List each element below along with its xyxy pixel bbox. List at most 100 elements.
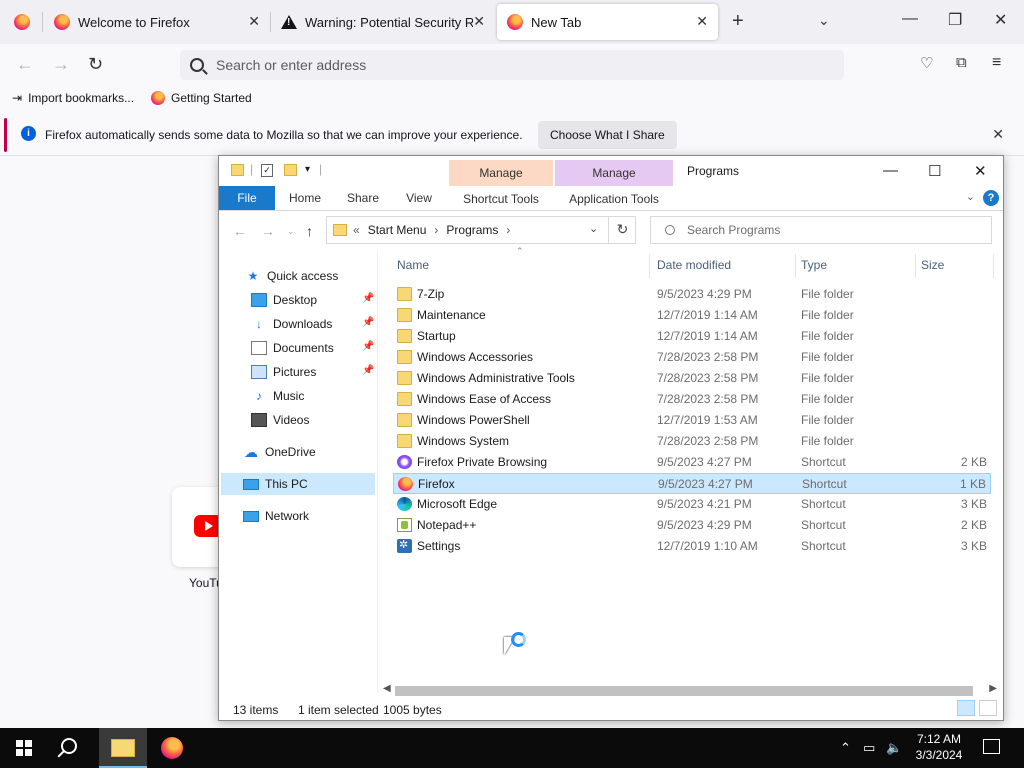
nav-desktop[interactable]: Desktop (251, 289, 375, 311)
download-arrow-icon: ↓ (256, 317, 262, 331)
tab-new-tab[interactable]: New Tab ✕ (497, 4, 718, 40)
file-type: File folder (801, 392, 854, 406)
breadcrumb-separator-icon[interactable]: › (506, 223, 510, 237)
notification-center-icon[interactable] (983, 739, 1000, 754)
breadcrumb-start-menu[interactable]: Start Menu (368, 223, 427, 237)
nav-network[interactable]: Network (243, 505, 309, 527)
table-row[interactable]: Windows Ease of Access 7/28/2023 2:58 PM F… (393, 389, 991, 410)
quick-access-dropdown-icon[interactable]: ▾ (305, 164, 310, 175)
desktop-icon (251, 293, 267, 307)
browser-tab-bar: Welcome to Firefox ✕ Warning: Potential … (0, 0, 1024, 44)
file-name: Windows Administrative Tools (417, 371, 575, 385)
forward-arrow-icon[interactable]: → (261, 223, 275, 239)
nav-documents[interactable]: Documents (251, 337, 334, 359)
scrollbar-thumb[interactable] (395, 686, 973, 696)
search-icon (665, 225, 675, 235)
documents-icon (251, 341, 267, 355)
new-tab-plus-icon[interactable]: + (732, 10, 744, 33)
recent-locations-icon[interactable]: ⌄ (287, 226, 295, 237)
windows-start-icon[interactable] (16, 740, 32, 756)
maximize-icon[interactable]: ☐ (928, 162, 941, 180)
column-header-size[interactable]: Size (921, 252, 944, 278)
taskbar-file-explorer[interactable] (99, 728, 147, 768)
show-hidden-icons-chevron-icon[interactable]: ⌃ (840, 740, 851, 756)
taskbar-firefox[interactable] (148, 728, 196, 768)
table-row[interactable]: Startup 12/7/2019 1:14 AM File folder (393, 326, 991, 347)
table-row[interactable]: Microsoft Edge 9/5/2023 4:21 PM Shortcut 3 … (393, 494, 991, 515)
nav-videos[interactable]: Videos (251, 409, 309, 431)
table-row[interactable]: Settings 12/7/2019 1:10 AM Shortcut 3 KB (393, 536, 991, 557)
properties-icon[interactable]: ✓ (261, 164, 273, 177)
pocket-icon[interactable]: ♡ (920, 54, 933, 72)
details-view-icon[interactable] (957, 700, 975, 716)
table-row[interactable]: Windows Accessories 7/28/2023 2:58 PM File… (393, 347, 991, 368)
close-window-icon[interactable]: ✕ (974, 162, 987, 180)
table-row[interactable]: Notepad++ 9/5/2023 4:29 PM Shortcut 2 KB (393, 515, 991, 536)
volume-muted-icon[interactable]: 🔈 (886, 740, 902, 756)
refresh-icon[interactable]: ↻ (608, 216, 636, 244)
warning-icon (281, 15, 297, 29)
expand-ribbon-icon[interactable]: ⌄ (966, 190, 975, 203)
close-notice-icon[interactable]: ✕ (992, 126, 1004, 143)
column-header-type[interactable]: Type (801, 252, 827, 278)
search-icon[interactable] (61, 738, 77, 754)
list-tabs-chevron-icon[interactable]: ⌄ (818, 12, 830, 29)
network-tray-icon[interactable]: ▭ (863, 740, 875, 756)
nav-this-pc[interactable]: This PC (221, 473, 375, 495)
horizontal-scrollbar[interactable]: ◀ ▶ (381, 683, 1001, 697)
forward-arrow-icon[interactable]: → (52, 54, 70, 75)
table-row[interactable]: Firefox Private Browsing 9/5/2023 4:27 PM… (393, 452, 991, 473)
tab-home[interactable]: Home (281, 186, 329, 210)
firefox-menu-tab[interactable] (4, 4, 42, 40)
bookmark-import[interactable]: ⇥ Import bookmarks... (12, 91, 134, 105)
tab-share[interactable]: Share (339, 186, 387, 210)
large-icons-view-icon[interactable] (979, 700, 997, 716)
tab-welcome[interactable]: Welcome to Firefox ✕ (44, 4, 270, 40)
tab-security-warning[interactable]: Warning: Potential Security Risk ✕ (271, 4, 495, 40)
tab-file[interactable]: File (219, 186, 275, 210)
table-row[interactable]: 7-Zip 9/5/2023 4:29 PM File folder (393, 284, 991, 305)
breadcrumb-separator-icon[interactable]: › (434, 223, 438, 237)
choose-what-i-share-button[interactable]: Choose What I Share (538, 121, 677, 149)
up-arrow-icon[interactable]: ↑ (306, 223, 313, 239)
breadcrumb-programs[interactable]: Programs (446, 223, 498, 237)
table-row[interactable]: Windows PowerShell 12/7/2019 1:53 AM File … (393, 410, 991, 431)
new-folder-icon[interactable] (284, 164, 297, 176)
menu-hamburger-icon[interactable]: ≡ (992, 54, 1001, 72)
restore-icon[interactable]: ❐ (948, 10, 962, 30)
column-header-date[interactable]: Date modified (657, 252, 731, 278)
close-tab-icon[interactable]: ✕ (696, 13, 708, 30)
help-icon[interactable]: ? (983, 190, 999, 206)
column-header-name[interactable]: Name (397, 252, 429, 278)
table-row[interactable]: Firefox 9/5/2023 4:27 PM Shortcut 1 KB (393, 473, 991, 494)
table-row[interactable]: Windows System 7/28/2023 2:58 PM File fold… (393, 431, 991, 452)
selection-count: 1 item selected (298, 703, 379, 717)
overflow-chevron[interactable]: « (353, 223, 360, 237)
close-window-icon[interactable]: ✕ (994, 10, 1007, 30)
nav-downloads[interactable]: ↓ Downloads (251, 313, 332, 335)
table-row[interactable]: Windows Administrative Tools 7/28/2023 2:… (393, 368, 991, 389)
nav-pictures[interactable]: Pictures (251, 361, 316, 383)
back-arrow-icon[interactable]: ← (233, 223, 247, 239)
url-bar[interactable]: Search or enter address (180, 50, 844, 80)
system-clock[interactable]: 7:12 AM 3/3/2024 (902, 731, 976, 763)
nav-onedrive[interactable]: ☁ OneDrive (243, 441, 316, 463)
scroll-left-icon[interactable]: ◀ (383, 683, 391, 694)
minimize-icon[interactable]: — (902, 10, 918, 28)
extensions-icon[interactable]: ⧉ (956, 54, 967, 71)
minimize-icon[interactable]: — (883, 162, 898, 179)
nav-music[interactable]: ♪ Music (251, 385, 304, 407)
close-tab-icon[interactable]: ✕ (473, 13, 485, 30)
reload-icon[interactable]: ↻ (88, 54, 103, 75)
back-arrow-icon[interactable]: ← (16, 54, 34, 75)
close-tab-icon[interactable]: ✕ (248, 13, 260, 30)
address-dropdown-icon[interactable]: ⌄ (589, 222, 598, 235)
table-row[interactable]: Maintenance 12/7/2019 1:14 AM File folder (393, 305, 991, 326)
firefox-private-icon (397, 455, 412, 469)
scroll-right-icon[interactable]: ▶ (989, 683, 997, 694)
nav-quick-access[interactable]: ★ Quick access (245, 265, 339, 287)
search-placeholder: Search Programs (687, 223, 781, 237)
bookmark-getting-started[interactable]: Getting Started (151, 91, 252, 105)
search-programs-input[interactable]: Search Programs (650, 216, 992, 244)
tab-view[interactable]: View (395, 186, 443, 210)
